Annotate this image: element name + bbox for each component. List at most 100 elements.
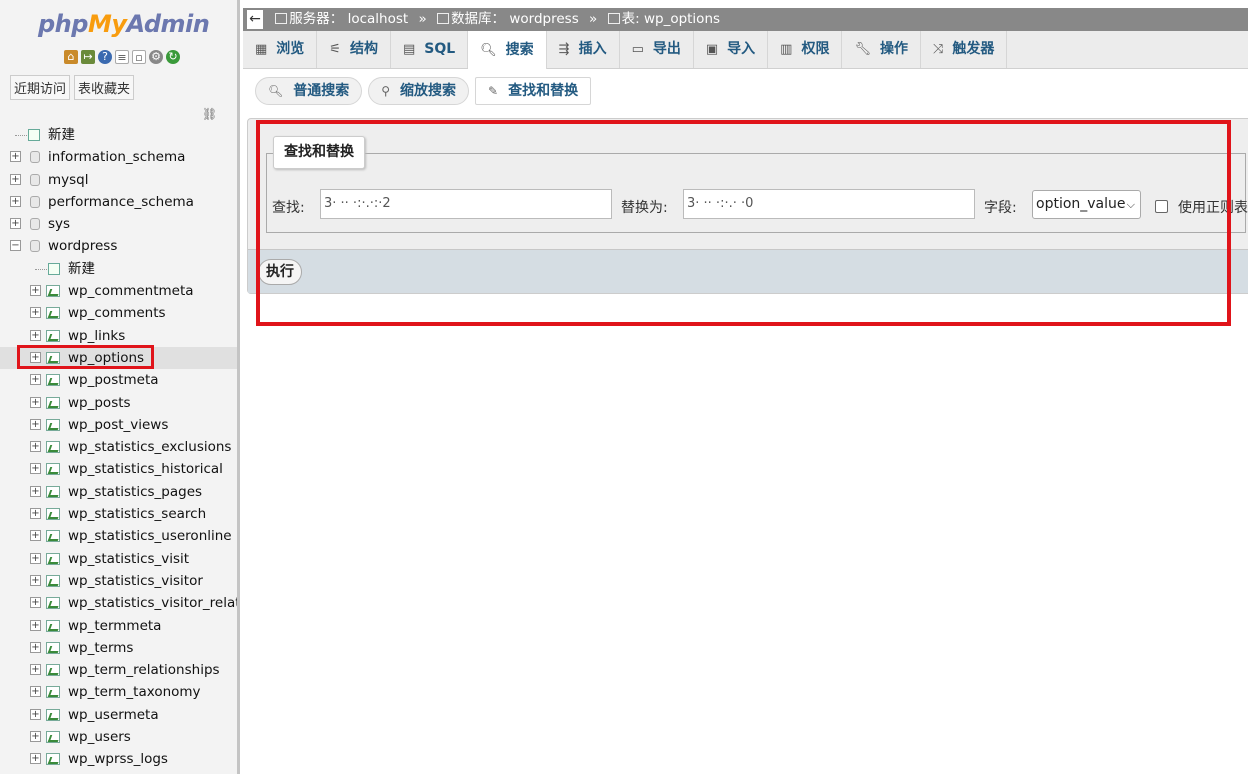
tab-label: 浏览 bbox=[276, 41, 305, 57]
expand-icon[interactable]: + bbox=[30, 418, 41, 430]
expand-icon[interactable]: + bbox=[10, 151, 21, 163]
subtab-find-replace[interactable]: ✎ 查找和替换 bbox=[475, 77, 592, 105]
table-tree-item[interactable]: + wp_post_views bbox=[0, 414, 237, 436]
table-tree-item[interactable]: + wp_statistics_visitor_relatio bbox=[0, 592, 237, 614]
table-tree-item[interactable]: + wp_term_taxonomy bbox=[0, 681, 237, 703]
tab-label: 插入 bbox=[578, 41, 607, 57]
tab-label: 权限 bbox=[801, 41, 830, 57]
expand-icon[interactable]: + bbox=[10, 218, 21, 230]
expand-icon[interactable]: + bbox=[10, 195, 21, 207]
expand-icon[interactable]: + bbox=[10, 173, 21, 185]
operations-icon: 🔧︎ bbox=[854, 42, 871, 57]
expand-icon[interactable]: + bbox=[30, 463, 41, 475]
settings-page-icon[interactable]: ▫ bbox=[132, 50, 146, 64]
table-tree-item[interactable]: + wp_statistics_visit bbox=[0, 548, 237, 570]
favorite-tables-button[interactable]: 表收藏夹 bbox=[74, 75, 135, 100]
expand-icon[interactable]: + bbox=[30, 686, 41, 698]
expand-icon[interactable]: + bbox=[30, 574, 41, 586]
collapse-nav-icon[interactable]: ← bbox=[247, 9, 263, 29]
expand-icon[interactable]: + bbox=[30, 641, 41, 653]
subtab-search[interactable]: 🔍︎ 普通搜索 bbox=[255, 77, 363, 105]
expand-icon[interactable]: + bbox=[30, 530, 41, 542]
database-tree-item[interactable]: + sys bbox=[0, 213, 237, 235]
reload-icon[interactable]: ↻ bbox=[166, 50, 180, 64]
export-icon: ▭ bbox=[631, 42, 644, 57]
collapse-icon[interactable]: − bbox=[10, 240, 21, 252]
home-icon[interactable]: ⌂ bbox=[64, 50, 78, 64]
tab-triggers[interactable]: ⤨ 触发器 bbox=[921, 31, 1008, 68]
tree-item-label: wp_links bbox=[68, 327, 126, 344]
table-tree-item[interactable]: + wp_posts bbox=[0, 392, 237, 414]
expand-icon[interactable]: + bbox=[30, 619, 41, 631]
link-icon[interactable]: ⛓ bbox=[202, 107, 217, 121]
tab-import[interactable]: ▣ 导入 bbox=[694, 31, 769, 68]
table-tree-item[interactable]: + wp_usermeta bbox=[0, 704, 237, 726]
tab-insert[interactable]: ⇶ 插入 bbox=[547, 31, 620, 68]
table-tree-item[interactable]: + wp_wprss_logs bbox=[0, 748, 237, 770]
expand-icon[interactable]: + bbox=[30, 731, 41, 743]
gear-icon[interactable]: ⚙ bbox=[149, 50, 163, 64]
tab-privileges[interactable]: ▥ 权限 bbox=[768, 31, 843, 68]
breadcrumb-table[interactable]: wp_options bbox=[644, 11, 720, 27]
database-icon bbox=[30, 195, 40, 208]
table-tree-item[interactable]: + wp_commentmeta bbox=[0, 280, 237, 302]
table-tree-item[interactable]: + wp_statistics_pages bbox=[0, 481, 237, 503]
subtab-zoom-search[interactable]: ⚲ 缩放搜索 bbox=[368, 77, 470, 105]
tab-browse[interactable]: ▦ 浏览 bbox=[243, 31, 318, 68]
main-panel: ← 服务器： localhost » 数据库： wordpress » 表: w… bbox=[243, 0, 1248, 774]
table-icon bbox=[46, 307, 60, 320]
table-tree-item[interactable]: + wp_statistics_historical bbox=[0, 458, 237, 480]
table-tree-item[interactable]: + wp_statistics_exclusions bbox=[0, 436, 237, 458]
expand-icon[interactable]: + bbox=[30, 753, 41, 765]
breadcrumb-db-label: 数据库： bbox=[451, 11, 506, 27]
breadcrumb-server[interactable]: localhost bbox=[348, 11, 409, 27]
expand-icon[interactable]: + bbox=[30, 396, 41, 408]
tab-operations[interactable]: 🔧︎ 操作 bbox=[842, 31, 921, 68]
logout-icon[interactable]: ↦ bbox=[81, 50, 95, 64]
table-tree-item[interactable]: + wp_term_relationships bbox=[0, 659, 237, 681]
search-icon: 🔍︎ bbox=[480, 42, 497, 58]
table-tree-item[interactable]: + wp_statistics_search bbox=[0, 503, 237, 525]
table-icon bbox=[46, 686, 60, 699]
table-tree-item[interactable]: + wp_comments bbox=[0, 302, 237, 324]
table-icon bbox=[46, 374, 60, 387]
navigation-panel: phpMyAdmin ⌂ ↦ ? ≡ ▫ ⚙ ↻ 近期访问 表收藏夹 ⛓ 新建 +… bbox=[0, 0, 240, 774]
new-item[interactable]: 新建 bbox=[0, 258, 237, 280]
expand-icon[interactable]: + bbox=[30, 597, 41, 609]
tree-item-label: wp_statistics_useronline bbox=[68, 528, 232, 545]
expand-icon[interactable]: + bbox=[30, 374, 41, 386]
database-tree-item[interactable]: + information_schema bbox=[0, 146, 237, 168]
tab-sql[interactable]: ▤ SQL bbox=[391, 31, 469, 68]
table-tree-item[interactable]: + wp_users bbox=[0, 726, 237, 748]
tab-structure[interactable]: ⚟ 结构 bbox=[317, 31, 391, 68]
phpmyadmin-logo[interactable]: phpMyAdmin bbox=[38, 10, 210, 38]
table-tree-item[interactable]: + wp_links bbox=[0, 325, 237, 347]
help-icon[interactable]: ? bbox=[98, 50, 112, 64]
table-tree-item[interactable]: + wp_terms bbox=[0, 637, 237, 659]
table-icon bbox=[46, 708, 60, 721]
database-icon bbox=[30, 240, 40, 253]
tab-search[interactable]: 🔍︎ 搜索 bbox=[468, 31, 547, 69]
expand-icon[interactable]: + bbox=[30, 329, 41, 341]
expand-icon[interactable]: + bbox=[30, 285, 41, 297]
expand-icon[interactable]: + bbox=[30, 664, 41, 676]
breadcrumb-db[interactable]: wordpress bbox=[509, 11, 578, 27]
recent-tables-button[interactable]: 近期访问 bbox=[10, 75, 71, 100]
new-item[interactable]: 新建 bbox=[0, 124, 237, 146]
expand-icon[interactable]: + bbox=[30, 441, 41, 453]
expand-icon[interactable]: + bbox=[30, 307, 41, 319]
expand-icon[interactable]: + bbox=[30, 708, 41, 720]
table-tree-item[interactable]: + wp_statistics_useronline bbox=[0, 525, 237, 547]
table-tree-item[interactable]: + wp_statistics_visitor bbox=[0, 570, 237, 592]
expand-icon[interactable]: + bbox=[30, 485, 41, 497]
tree-item-label: wp_statistics_pages bbox=[68, 483, 203, 500]
database-tree-item[interactable]: + performance_schema bbox=[0, 191, 237, 213]
table-tree-item[interactable]: + wp_postmeta bbox=[0, 369, 237, 391]
table-tree-item[interactable]: + wp_termmeta bbox=[0, 615, 237, 637]
database-tree-item[interactable]: + mysql bbox=[0, 169, 237, 191]
docs-icon[interactable]: ≡ bbox=[115, 50, 129, 64]
tab-export[interactable]: ▭ 导出 bbox=[620, 31, 694, 68]
database-tree-item[interactable]: − wordpress bbox=[0, 235, 237, 257]
expand-icon[interactable]: + bbox=[30, 552, 41, 564]
expand-icon[interactable]: + bbox=[30, 508, 41, 520]
